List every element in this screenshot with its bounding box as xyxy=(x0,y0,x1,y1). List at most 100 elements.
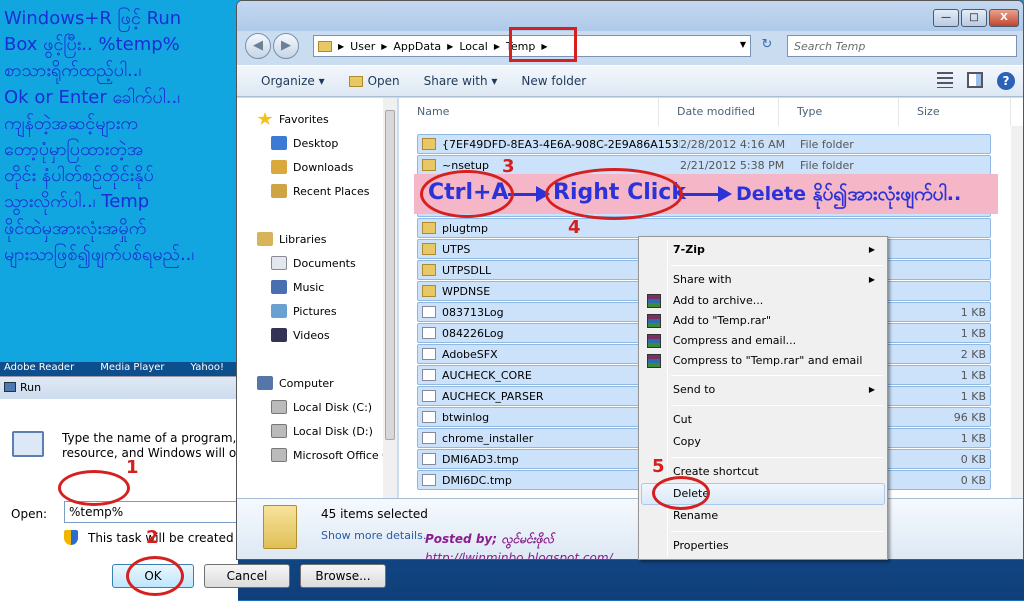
folder-icon xyxy=(422,159,436,171)
menu-item-properties[interactable]: Properties xyxy=(673,537,883,555)
nav-scrollbar[interactable] xyxy=(383,98,397,559)
nav-desktop[interactable]: Desktop xyxy=(271,134,338,152)
breadcrumb-user[interactable]: User xyxy=(350,40,375,53)
nav-libraries[interactable]: Libraries xyxy=(257,230,327,248)
column-size[interactable]: Size xyxy=(899,98,1011,126)
menu-item-create-shortcut[interactable]: Create shortcut xyxy=(673,463,883,481)
file-size: 1 KB xyxy=(960,326,986,340)
help-icon[interactable]: ? xyxy=(997,72,1015,90)
document-icon xyxy=(422,390,436,402)
nav-recent-places[interactable]: Recent Places xyxy=(271,182,370,200)
recent-places-icon xyxy=(271,184,287,198)
star-icon xyxy=(257,112,273,125)
file-type: File folder xyxy=(800,158,854,172)
menu-separator xyxy=(671,405,883,406)
nav-downloads[interactable]: Downloads xyxy=(271,158,353,176)
nav-label: Videos xyxy=(293,328,330,342)
views-icon[interactable] xyxy=(937,72,953,88)
share-with-button[interactable]: Share with ▾ xyxy=(424,74,498,88)
disk-icon xyxy=(271,400,287,414)
open-label: Open: xyxy=(11,507,48,521)
menu-separator xyxy=(671,375,883,376)
menu-item-cut[interactable]: Cut xyxy=(673,411,883,429)
file-name: plugtmp xyxy=(442,221,489,235)
nav-local-disk-c[interactable]: Local Disk (C:) xyxy=(271,398,372,416)
blog-url: http://lwinminbo.blogspot.com/ xyxy=(425,551,613,560)
new-folder-button[interactable]: New folder xyxy=(521,74,586,88)
document-icon xyxy=(422,369,436,381)
file-size: 96 KB xyxy=(953,410,986,424)
cancel-button[interactable]: Cancel xyxy=(204,564,290,588)
column-name[interactable]: Name xyxy=(399,98,659,126)
organize-button[interactable]: Organize ▾ xyxy=(261,74,325,88)
chevron-right-icon[interactable]: ▶ xyxy=(338,42,344,51)
maximize-button[interactable]: □ xyxy=(961,9,987,27)
breadcrumb-appdata[interactable]: AppData xyxy=(393,40,441,53)
chevron-right-icon: ▶ xyxy=(868,275,875,284)
menu-separator xyxy=(671,457,883,458)
winrar-icon xyxy=(647,314,661,328)
highlight-ok-button xyxy=(126,556,184,596)
nav-favorites[interactable]: Favorites xyxy=(257,110,329,128)
menu-item-copy[interactable]: Copy xyxy=(673,433,883,451)
highlight-open-field xyxy=(58,470,130,506)
file-row[interactable]: plugtmp xyxy=(417,218,991,238)
menu-item-compress-email[interactable]: Compress and email... xyxy=(647,332,883,350)
refresh-icon[interactable]: ↻ xyxy=(757,37,777,55)
nav-videos[interactable]: Videos xyxy=(271,326,330,344)
file-scrollbar[interactable] xyxy=(1011,126,1023,498)
breadcrumb-local[interactable]: Local xyxy=(459,40,488,53)
forward-arrow-icon[interactable]: ▶ xyxy=(273,33,299,59)
column-type[interactable]: Type xyxy=(779,98,899,126)
document-icon xyxy=(422,411,436,423)
nav-pictures[interactable]: Pictures xyxy=(271,302,337,320)
menu-item-share-with[interactable]: Share with ▶ xyxy=(673,271,883,289)
nav-label: Local Disk (D:) xyxy=(293,424,373,438)
menu-item-add-to-archive[interactable]: Add to archive... xyxy=(647,292,883,310)
nav-office-click[interactable]: Microsoft Office Cli xyxy=(271,446,396,464)
highlight-ctrl-a xyxy=(420,170,514,218)
tutorial-line: စာသားရိုက်ထည့်ပါ..၊ xyxy=(4,60,142,82)
show-more-details-link[interactable]: Show more details... xyxy=(321,529,433,542)
search-input[interactable]: Search Temp xyxy=(787,35,1017,57)
file-size: 1 KB xyxy=(960,389,986,403)
music-icon xyxy=(271,280,287,294)
chevron-right-icon[interactable]: ▶ xyxy=(381,42,387,51)
open-button[interactable]: Open xyxy=(348,74,400,88)
chevron-down-icon[interactable]: ▼ xyxy=(740,40,746,49)
preview-pane-icon[interactable] xyxy=(967,72,983,88)
details-pane: 45 items selected Show more details... P… xyxy=(237,498,1023,560)
chevron-right-icon[interactable]: ▶ xyxy=(494,42,500,51)
tutorial-line: တော့ပုံမှာပြထားတဲ့အ xyxy=(4,139,144,161)
column-date-modified[interactable]: Date modified xyxy=(659,98,779,126)
navigation-bar: ◀ ▶ ▶ User ▶ AppData ▶ Local ▶ Temp ▶ ▼ … xyxy=(237,31,1023,63)
menu-item-add-to-temp-rar[interactable]: Add to "Temp.rar" xyxy=(647,312,883,330)
run-title: Run xyxy=(20,381,42,394)
menu-item-rename[interactable]: Rename xyxy=(673,507,883,525)
desktop-icon-media-player[interactable]: Media Player xyxy=(100,362,164,376)
minimize-button[interactable]: — xyxy=(933,9,959,27)
desktop-icon-yahoo[interactable]: Yahoo! xyxy=(191,362,224,376)
menu-item-send-to[interactable]: Send to ▶ xyxy=(673,381,883,399)
menu-label: Send to xyxy=(673,383,716,396)
menu-separator xyxy=(671,531,883,532)
chevron-right-icon[interactable]: ▶ xyxy=(447,42,453,51)
nav-local-disk-d[interactable]: Local Disk (D:) xyxy=(271,422,373,440)
document-icon xyxy=(422,327,436,339)
menu-item-7zip[interactable]: 7-Zip ▶ xyxy=(673,241,883,259)
nav-music[interactable]: Music xyxy=(271,278,324,296)
folder-icon xyxy=(422,138,436,150)
nav-computer[interactable]: Computer xyxy=(257,374,334,392)
close-button[interactable]: X xyxy=(989,9,1019,27)
desktop-icon-adobe-reader[interactable]: Adobe Reader xyxy=(4,362,74,376)
back-arrow-icon[interactable]: ◀ xyxy=(245,33,271,59)
file-row[interactable]: {7EF49DFD-8EA3-4E6A-908C-2E9A86A153F7} 2/… xyxy=(417,134,991,154)
scrollbar-thumb[interactable] xyxy=(385,110,395,440)
menu-label: Compress to "Temp.rar" and email xyxy=(673,354,863,367)
nav-label: Recent Places xyxy=(293,184,370,198)
nav-documents[interactable]: Documents xyxy=(271,254,356,272)
run-titlebar: Run xyxy=(0,377,238,399)
explorer-window: — □ X ◀ ▶ ▶ User ▶ AppData ▶ Local ▶ Tem… xyxy=(236,0,1024,560)
browse-button[interactable]: Browse... xyxy=(300,564,386,588)
menu-item-compress-temp-email[interactable]: Compress to "Temp.rar" and email xyxy=(647,352,883,370)
